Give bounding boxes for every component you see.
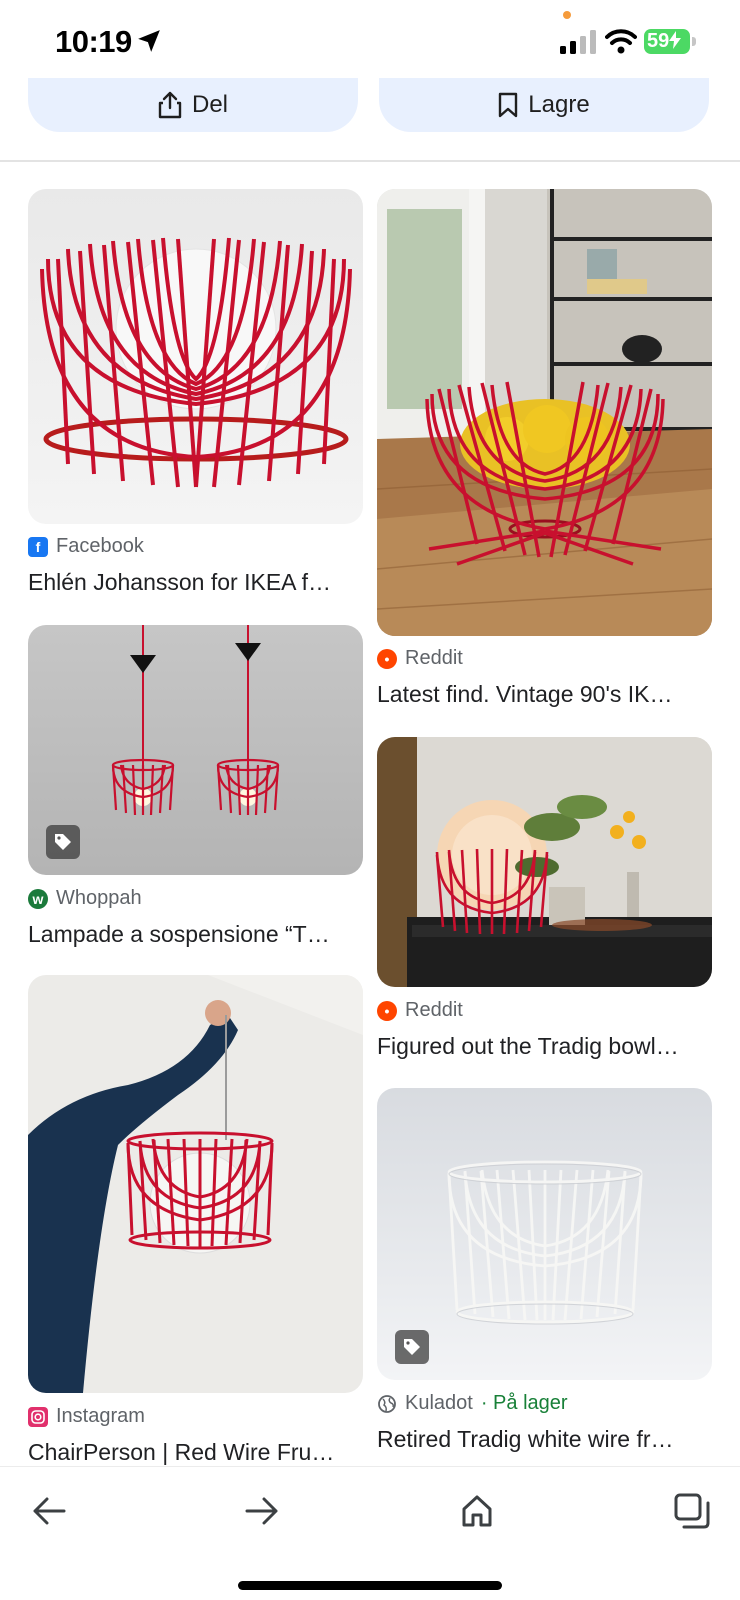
arrow-right-icon <box>245 1497 278 1525</box>
result-source: • Reddit <box>377 999 463 1022</box>
availability-badge: · På lager <box>480 1392 568 1414</box>
arrow-left-icon <box>33 1497 66 1525</box>
result-title[interactable]: Retired Tradig white wire fr… <box>377 1426 674 1453</box>
wifi-icon <box>605 29 637 54</box>
result-source: Instagram <box>28 1405 145 1428</box>
result-title[interactable]: Ehlén Johansson for IKEA f… <box>28 569 331 596</box>
reddit-icon: • <box>377 1000 397 1021</box>
save-button[interactable]: Lagre <box>379 78 709 132</box>
result-source: Kuladot · På lager <box>377 1392 568 1415</box>
battery-level: 59 <box>647 30 670 52</box>
product-tag-icon <box>46 825 80 859</box>
tabs-icon <box>674 1493 710 1529</box>
result-card[interactable]: f Facebook Ehlén Johansson for IKEA f… <box>28 189 363 599</box>
source-name: Whoppah <box>56 887 142 909</box>
bookmark-icon <box>499 92 518 118</box>
save-label: Lagre <box>528 91 590 118</box>
home-indicator[interactable] <box>238 1581 502 1590</box>
back-button[interactable] <box>19 1481 79 1541</box>
result-image <box>28 189 363 524</box>
result-card[interactable]: w Whoppah Lampade a sospensione “T… <box>28 625 363 955</box>
result-card[interactable]: • Reddit Figured out the Tradig bowl… <box>377 737 712 1060</box>
share-label: Del <box>191 91 228 118</box>
instagram-icon <box>28 1406 48 1427</box>
result-source: w Whoppah <box>28 887 142 910</box>
result-source: f Facebook <box>28 535 144 558</box>
result-source: • Reddit <box>377 647 463 670</box>
share-icon <box>158 91 182 119</box>
result-title[interactable]: Figured out the Tradig bowl… <box>377 1033 679 1060</box>
result-card[interactable]: • Reddit Latest find. Vintage 90's IK… <box>377 189 712 709</box>
share-button[interactable]: Del <box>28 78 358 132</box>
battery-icon: 59 <box>644 29 690 54</box>
result-card[interactable]: Kuladot · På lager Retired Tradig white … <box>377 1088 712 1458</box>
result-title[interactable]: Latest find. Vintage 90's IK… <box>377 681 673 708</box>
source-name: Instagram <box>56 1405 145 1427</box>
reddit-icon: • <box>377 648 397 669</box>
result-image <box>377 189 712 636</box>
cellular-signal-icon <box>560 30 596 54</box>
status-bar: 10:19 59 <box>0 0 740 80</box>
source-name: Facebook <box>56 535 144 557</box>
whoppah-icon: w <box>28 888 48 909</box>
result-card[interactable]: Instagram ChairPerson | Red Wire Fru… <box>28 975 363 1465</box>
forward-button[interactable] <box>232 1481 292 1541</box>
result-title[interactable]: Lampade a sospensione “T… <box>28 921 330 948</box>
result-image <box>28 625 363 875</box>
location-arrow-icon <box>138 30 160 52</box>
facebook-icon: f <box>28 536 48 557</box>
source-name: Kuladot <box>405 1392 473 1414</box>
privacy-indicator-dot <box>563 11 571 19</box>
source-name: Reddit <box>405 647 463 669</box>
tabs-button[interactable] <box>662 1481 722 1541</box>
home-icon <box>462 1495 492 1527</box>
result-image <box>377 1088 712 1380</box>
clock: 10:19 <box>55 24 132 59</box>
result-title[interactable]: ChairPerson | Red Wire Fru… <box>28 1439 334 1466</box>
action-bar: Del Lagre <box>0 72 740 162</box>
result-image <box>377 737 712 987</box>
battery-tip <box>692 37 696 46</box>
home-button[interactable] <box>447 1481 507 1541</box>
globe-icon <box>377 1394 397 1414</box>
source-name: Reddit <box>405 999 463 1021</box>
result-image <box>28 975 363 1393</box>
product-tag-icon <box>395 1330 429 1364</box>
browser-toolbar <box>0 1466 740 1600</box>
charging-bolt-icon <box>669 31 682 49</box>
